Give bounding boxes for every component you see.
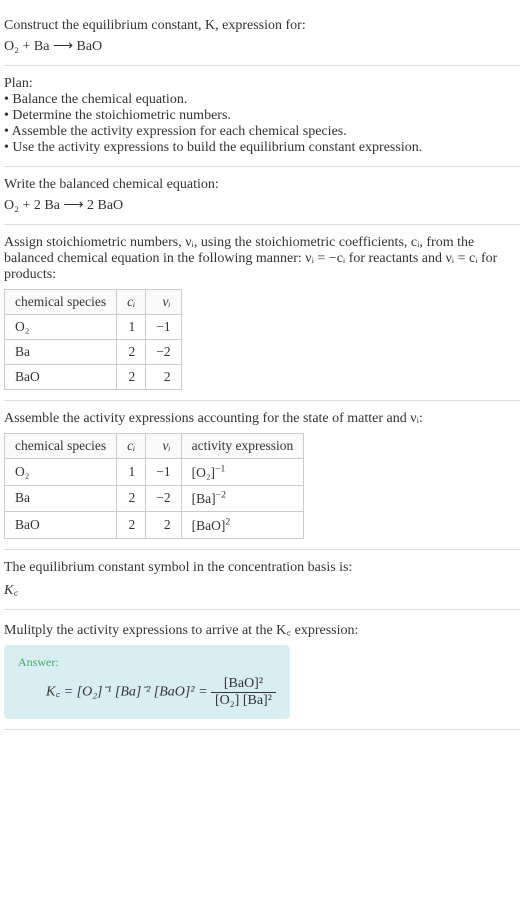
- intro-section: Construct the equilibrium constant, K, e…: [4, 8, 520, 66]
- cell-activity: [Ba]−2: [181, 485, 304, 512]
- cell-ci: 2: [117, 365, 146, 390]
- cell-vi: −2: [146, 485, 181, 512]
- stoich-table: chemical species cᵢ νᵢ O₂ 1 −1 Ba 2 −2 B…: [4, 289, 182, 390]
- symbol-text: The equilibrium constant symbol in the c…: [4, 560, 520, 576]
- table-row: Ba 2 −2: [5, 340, 182, 365]
- table-row: Ba 2 −2 [Ba]−2: [5, 485, 304, 512]
- symbol-section: The equilibrium constant symbol in the c…: [4, 550, 520, 610]
- intro-text-1: Construct the equilibrium constant, K, e…: [4, 18, 306, 33]
- balanced-equation: O₂ + 2 Ba ⟶ 2 BaO: [4, 197, 520, 214]
- activity-section: Assemble the activity expressions accoun…: [4, 401, 520, 550]
- answer-equation: K꜀ = [O₂]⁻¹ [Ba]⁻² [BaO]² = [BaO]² [O₂] …: [46, 676, 276, 709]
- cell-species: BaO: [5, 512, 117, 539]
- cell-species: BaO: [5, 365, 117, 390]
- cell-vi: 2: [146, 512, 181, 539]
- plan-bullet-2: • Determine the stoichiometric numbers.: [4, 108, 520, 124]
- multiply-section: Mulitply the activity expressions to arr…: [4, 610, 520, 730]
- stoich-section: Assign stoichiometric numbers, νᵢ, using…: [4, 225, 520, 401]
- activity-table: chemical species cᵢ νᵢ activity expressi…: [4, 433, 304, 539]
- cell-species: Ba: [5, 485, 117, 512]
- balanced-section: Write the balanced chemical equation: O₂…: [4, 167, 520, 225]
- cell-vi: −2: [146, 340, 181, 365]
- cell-ci: 2: [117, 485, 146, 512]
- plan-bullet-1: • Balance the chemical equation.: [4, 92, 520, 108]
- th-ci: cᵢ: [117, 290, 146, 315]
- table-header-row: chemical species cᵢ νᵢ: [5, 290, 182, 315]
- th-activity: activity expression: [181, 434, 304, 459]
- fraction-denominator: [O₂] [Ba]²: [211, 693, 276, 709]
- answer-fraction: [BaO]² [O₂] [Ba]²: [211, 676, 276, 709]
- th-species: chemical species: [5, 434, 117, 459]
- cell-ci: 2: [117, 340, 146, 365]
- table-row: O₂ 1 −1 [O₂]−1: [5, 459, 304, 486]
- activity-text: Assemble the activity expressions accoun…: [4, 411, 520, 427]
- answer-box: Answer: K꜀ = [O₂]⁻¹ [Ba]⁻² [BaO]² = [BaO…: [4, 645, 290, 719]
- multiply-text: Mulitply the activity expressions to arr…: [4, 620, 520, 639]
- cell-species: O₂: [5, 459, 117, 486]
- plan-section: Plan: • Balance the chemical equation. •…: [4, 66, 520, 167]
- cell-species: O₂: [5, 315, 117, 340]
- cell-ci: 1: [117, 315, 146, 340]
- plan-heading: Plan:: [4, 76, 520, 92]
- cell-activity: [BaO]2: [181, 512, 304, 539]
- balanced-heading: Write the balanced chemical equation:: [4, 177, 520, 193]
- cell-vi: 2: [146, 365, 181, 390]
- table-header-row: chemical species cᵢ νᵢ activity expressi…: [5, 434, 304, 459]
- answer-label: Answer:: [18, 655, 276, 670]
- symbol-value: K꜀: [4, 580, 520, 599]
- cell-ci: 1: [117, 459, 146, 486]
- table-row: BaO 2 2: [5, 365, 182, 390]
- plan-bullet-4: • Use the activity expressions to build …: [4, 140, 520, 156]
- th-vi: νᵢ: [146, 290, 181, 315]
- cell-activity: [O₂]−1: [181, 459, 304, 486]
- table-row: BaO 2 2 [BaO]2: [5, 512, 304, 539]
- th-ci: cᵢ: [117, 434, 146, 459]
- answer-lhs: K꜀ = [O₂]⁻¹ [Ba]⁻² [BaO]² =: [46, 684, 211, 699]
- th-vi: νᵢ: [146, 434, 181, 459]
- cell-ci: 2: [117, 512, 146, 539]
- plan-bullet-3: • Assemble the activity expression for e…: [4, 124, 520, 140]
- intro-line: Construct the equilibrium constant, K, e…: [4, 18, 520, 34]
- th-species: chemical species: [5, 290, 117, 315]
- stoich-text: Assign stoichiometric numbers, νᵢ, using…: [4, 235, 520, 283]
- intro-equation: O₂ + Ba ⟶ BaO: [4, 38, 520, 55]
- cell-vi: −1: [146, 459, 181, 486]
- cell-vi: −1: [146, 315, 181, 340]
- table-row: O₂ 1 −1: [5, 315, 182, 340]
- fraction-numerator: [BaO]²: [211, 676, 276, 693]
- cell-species: Ba: [5, 340, 117, 365]
